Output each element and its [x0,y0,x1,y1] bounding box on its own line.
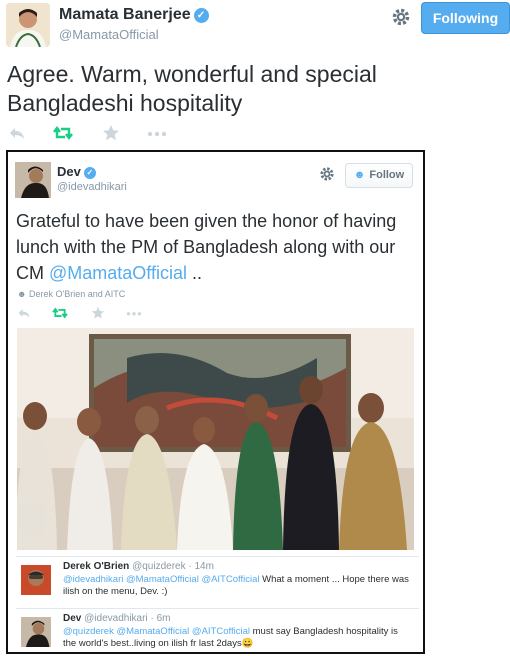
favorite-icon[interactable] [91,306,111,326]
retweet-icon[interactable] [52,306,72,326]
follow-button[interactable]: ☻ Follow [345,163,413,188]
tweet-photo[interactable] [17,328,414,550]
avatar[interactable] [6,3,50,47]
reply-text: @quizderek @MamataOfficial @AITCofficial… [63,626,413,650]
tweet-text: Grateful to have been given the honor of… [16,208,416,286]
more-icon[interactable] [126,306,146,326]
reply-icon[interactable] [17,306,37,326]
retweeted-by-text[interactable]: Derek O'Brien and AITC [29,289,125,299]
reply-header[interactable]: Derek O'Brien @quizderek · 14m [63,561,214,572]
reply-header[interactable]: Dev @idevadhikari · 6m [63,613,170,624]
display-name-text[interactable]: Mamata Banerjee [59,6,191,23]
tweet-header: Mamata Banerjee ✓ @MamataOfficial Followi… [0,0,510,56]
timestamp-separator: · [188,561,192,572]
tweet-text-end: .. [186,263,202,283]
avatar[interactable] [21,565,51,595]
follow-user-icon: ☻ [353,169,366,181]
avatar[interactable] [21,617,51,647]
tweet-actions [17,306,142,322]
more-icon[interactable] [147,124,167,144]
timestamp[interactable]: 6m [157,613,171,624]
mention-link[interactable]: @quizderek @MamataOfficial @AITCofficial [63,626,250,637]
reply-item[interactable]: Dev @idevadhikari · 6m @quizderek @Mamat… [16,608,419,654]
username[interactable]: @quizderek [132,561,186,572]
embedded-tweet[interactable]: Dev ✓ @idevadhikari ☻ Follow Grateful to h… [6,150,425,654]
reply-text: @idevadhikari @MamataOfficial @AITCoffic… [63,574,413,598]
display-name[interactable]: Mamata Banerjee ✓ [59,6,209,24]
favorite-icon[interactable] [102,124,122,144]
mention-link[interactable]: @idevadhikari @MamataOfficial @AITCoffic… [63,574,259,585]
following-button[interactable]: Following [421,2,510,34]
retweeted-by[interactable]: ☻ Derek O'Brien and AITC [17,289,125,299]
retweet-icon[interactable] [53,124,73,144]
follow-label: Follow [369,169,405,181]
tweet-text: Agree. Warm, wonderful and special Bangl… [7,61,377,116]
person-icon: ☻ [17,289,27,299]
display-name[interactable]: Derek O'Brien [63,561,129,572]
display-name[interactable]: Dev ✓ [57,164,96,179]
username[interactable]: @idevadhikari [57,181,127,193]
reply-item[interactable]: Derek O'Brien @quizderek · 14m @idevadhi… [16,556,419,604]
reply-icon[interactable] [8,124,28,144]
username[interactable]: @idevadhikari [84,613,148,624]
gear-icon[interactable] [391,7,411,27]
verified-icon: ✓ [193,8,209,23]
timestamp[interactable]: 14m [195,561,214,572]
avatar[interactable] [15,162,51,198]
display-name[interactable]: Dev [63,613,81,624]
mention-link[interactable]: @MamataOfficial [49,263,187,283]
tweet-actions [8,124,208,144]
gear-icon[interactable] [319,166,335,182]
verified-icon: ✓ [83,167,96,179]
display-name-text[interactable]: Dev [57,164,81,179]
username[interactable]: @MamataOfficial [59,27,159,42]
timestamp-separator: · [150,613,154,624]
